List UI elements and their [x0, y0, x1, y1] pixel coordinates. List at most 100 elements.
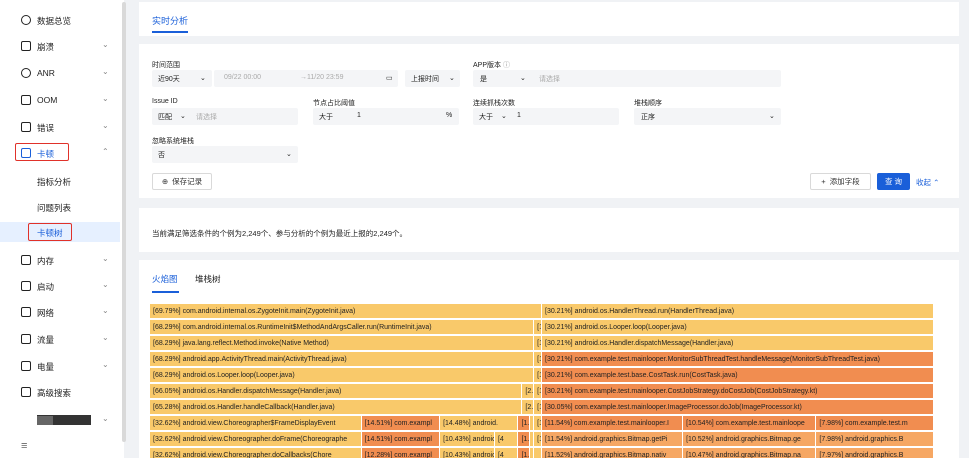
- flame-frame[interactable]: [4: [494, 432, 519, 447]
- flame-frame[interactable]: [2.: [522, 400, 535, 415]
- memory-icon: [21, 255, 31, 265]
- date-end: →11/20 23:59: [300, 74, 344, 81]
- flame-frame[interactable]: [68.29%] android.os.Looper.loop(Looper.j…: [150, 368, 535, 383]
- highlight-box: [15, 143, 69, 161]
- tab-realtime-analysis[interactable]: 实时分析: [152, 14, 188, 27]
- sidebar-item-network[interactable]: 网络 ⌄: [0, 299, 120, 325]
- menu-icon[interactable]: ≡: [21, 440, 27, 452]
- anr-icon: [21, 68, 31, 78]
- flame-graph: [69.79%] com.android.internal.os.ZygoteI…: [150, 304, 934, 458]
- flame-frame[interactable]: [30.05%] com.example.test.mainlooper.Ima…: [542, 400, 934, 415]
- flame-frame[interactable]: [1: [534, 320, 542, 335]
- flame-frame[interactable]: [1: [534, 336, 542, 351]
- node-ratio-op: 大于: [319, 114, 333, 121]
- consecutive-field[interactable]: 大于 ⌄ 1: [473, 108, 619, 125]
- sidebar-item-advanced-search[interactable]: 高级搜索: [0, 379, 120, 405]
- flame-frame[interactable]: [66.05%] android.os.Handler.dispatchMess…: [150, 384, 523, 399]
- sidebar-item-traffic[interactable]: 流量 ⌄: [0, 326, 120, 352]
- flame-frame[interactable]: [1.: [518, 432, 531, 447]
- consecutive-value: 1: [517, 112, 521, 119]
- flame-frame[interactable]: [11.54%] android.graphics.Bitmap.getPi: [542, 432, 684, 447]
- flame-frame[interactable]: [10.47%] android.graphics.Bitmap.na: [683, 448, 817, 458]
- sidebar-item-label: 数据总览: [37, 16, 72, 26]
- flame-frame[interactable]: [32.62%] android.view.Choreographer.doCa…: [150, 448, 362, 458]
- flame-frame[interactable]: [2.: [522, 384, 535, 399]
- flame-frame[interactable]: [30.21%] com.example.test.mainlooper.Mon…: [542, 352, 934, 367]
- time-mode-value: 上报时间: [411, 76, 439, 83]
- issue-id-field[interactable]: 匹配 ⌄ 请选择: [152, 108, 298, 125]
- chevron-down-icon: ⌄: [102, 40, 109, 49]
- tab-stack-tree[interactable]: 堆栈树: [195, 273, 221, 285]
- flame-frame[interactable]: [1: [534, 368, 542, 383]
- flame-frame[interactable]: [32.62%] android.view.Choreographer$Fram…: [150, 416, 362, 431]
- stack-order-select[interactable]: 正序 ⌄: [634, 108, 781, 125]
- time-preset-select[interactable]: 近90天 ⌄: [152, 70, 212, 87]
- collapse-link[interactable]: 收起 ⌃: [916, 177, 939, 188]
- date-range-picker[interactable]: 09/22 00:00 →11/20 23:59 ▭: [214, 70, 398, 87]
- app-version-label: APP版本 ⓘ: [473, 60, 510, 70]
- sidebar-item-battery[interactable]: 电量 ⌄: [0, 353, 120, 379]
- flame-frame[interactable]: [11.52%] android.graphics.Bitmap.nativ: [542, 448, 684, 458]
- flame-frame[interactable]: [1: [534, 432, 542, 447]
- sidebar-subitem-issues[interactable]: 问题列表: [0, 197, 120, 217]
- save-record-label: 保存记录: [172, 177, 203, 186]
- sidebar-item-oom[interactable]: OOM ⌄: [0, 87, 120, 113]
- flame-frame[interactable]: [68.29%] java.lang.reflect.Method.invoke…: [150, 336, 535, 351]
- chevron-down-icon: ⌄: [520, 75, 526, 82]
- flame-frame[interactable]: [30.21%] android.os.Handler.dispatchMess…: [542, 336, 934, 351]
- flame-frame[interactable]: [65.28%] android.os.Handler.handleCallba…: [150, 400, 523, 415]
- date-start: 09/22 00:00: [224, 74, 261, 81]
- network-icon: [21, 307, 31, 317]
- flame-frame[interactable]: [7.98%] android.graphics.B: [816, 432, 934, 447]
- flame-frame[interactable]: [30.21%] android.os.Looper.loop(Looper.j…: [542, 320, 934, 335]
- flame-frame[interactable]: [12.28%] com.exampl: [361, 448, 441, 458]
- flame-frame[interactable]: [30.21%] com.example.test.base.CostTask.…: [542, 368, 934, 383]
- sidebar-item-error[interactable]: 错误 ⌄: [0, 114, 120, 140]
- flame-frame[interactable]: [68.29%] android.app.ActivityThread.main…: [150, 352, 535, 367]
- node-ratio-field[interactable]: 大于 1 %: [313, 108, 459, 125]
- flame-frame[interactable]: [14.51%] com.exampl: [361, 432, 441, 447]
- flame-frame[interactable]: [1.: [518, 416, 531, 431]
- ignore-system-select[interactable]: 否 ⌄: [152, 146, 298, 163]
- flame-frame[interactable]: [30.21%] com.example.test.mainlooper.Cos…: [542, 384, 934, 399]
- app-version-field[interactable]: 是 ⌄ 请选择: [473, 70, 781, 87]
- sidebar-item-overview[interactable]: 数据总览: [0, 7, 120, 33]
- flame-frame[interactable]: [11.54%] com.example.test.mainlooper.I: [542, 416, 684, 431]
- calendar-icon: ▭: [386, 75, 393, 82]
- flame-frame[interactable]: [7.97%] android.graphics.B: [816, 448, 934, 458]
- app-version-op: 是: [480, 76, 487, 83]
- sidebar-item-startup[interactable]: 启动 ⌄: [0, 273, 120, 299]
- flame-frame[interactable]: [1: [534, 384, 542, 399]
- query-button[interactable]: 查 询: [877, 173, 910, 190]
- flame-frame[interactable]: [10.43%] android: [440, 432, 495, 447]
- flame-frame[interactable]: [68.29%] com.android.internal.os.Runtime…: [150, 320, 535, 335]
- flame-frame[interactable]: [10.54%] com.example.test.mainloope: [683, 416, 817, 431]
- flame-frame[interactable]: [14.51%] com.exampl: [361, 416, 441, 431]
- summary-text: 当前满足筛选条件的个例为2,249个、参与分析的个例为最近上报的2,249个。: [152, 229, 408, 238]
- flame-frame[interactable]: [1: [534, 352, 542, 367]
- flame-frame[interactable]: [30.21%] android.os.HandlerThread.run(Ha…: [542, 304, 934, 319]
- flame-frame[interactable]: [534, 448, 542, 458]
- flame-frame[interactable]: [69.79%] com.android.internal.os.ZygoteI…: [150, 304, 542, 319]
- collapse-label: 收起: [916, 178, 931, 187]
- sidebar-item-crash[interactable]: 崩溃 ⌄: [0, 33, 120, 59]
- add-field-button[interactable]: + 添加字段: [810, 173, 871, 190]
- flame-frame[interactable]: [14.48%] android.: [440, 416, 519, 431]
- app-version-label-text: APP版本: [473, 62, 502, 69]
- sidebar-subitem-metrics[interactable]: 指标分析: [0, 171, 120, 191]
- flame-frame[interactable]: [4: [494, 448, 519, 458]
- time-mode-select[interactable]: 上报时间 ⌄: [405, 70, 460, 87]
- tab-flame-graph[interactable]: 火焰图: [152, 273, 178, 285]
- save-record-button[interactable]: ⊕ 保存记录: [152, 173, 212, 190]
- sidebar-scrollbar[interactable]: [122, 2, 126, 442]
- flame-frame[interactable]: [10.43%] android: [440, 448, 495, 458]
- sidebar-item-anr[interactable]: ANR ⌄: [0, 60, 120, 86]
- flame-frame[interactable]: [1: [534, 400, 542, 415]
- flame-frame[interactable]: [7.98%] com.example.test.m: [816, 416, 934, 431]
- flame-frame[interactable]: [32.62%] android.view.Choreographer.doFr…: [150, 432, 362, 447]
- flame-frame[interactable]: [10.52%] android.graphics.Bitmap.ge: [683, 432, 817, 447]
- flame-frame[interactable]: [1: [534, 416, 542, 431]
- flame-frame[interactable]: [1.: [518, 448, 531, 458]
- sidebar-item-memory[interactable]: 内存 ⌄: [0, 247, 120, 273]
- chevron-down-icon: ⌄: [102, 333, 109, 342]
